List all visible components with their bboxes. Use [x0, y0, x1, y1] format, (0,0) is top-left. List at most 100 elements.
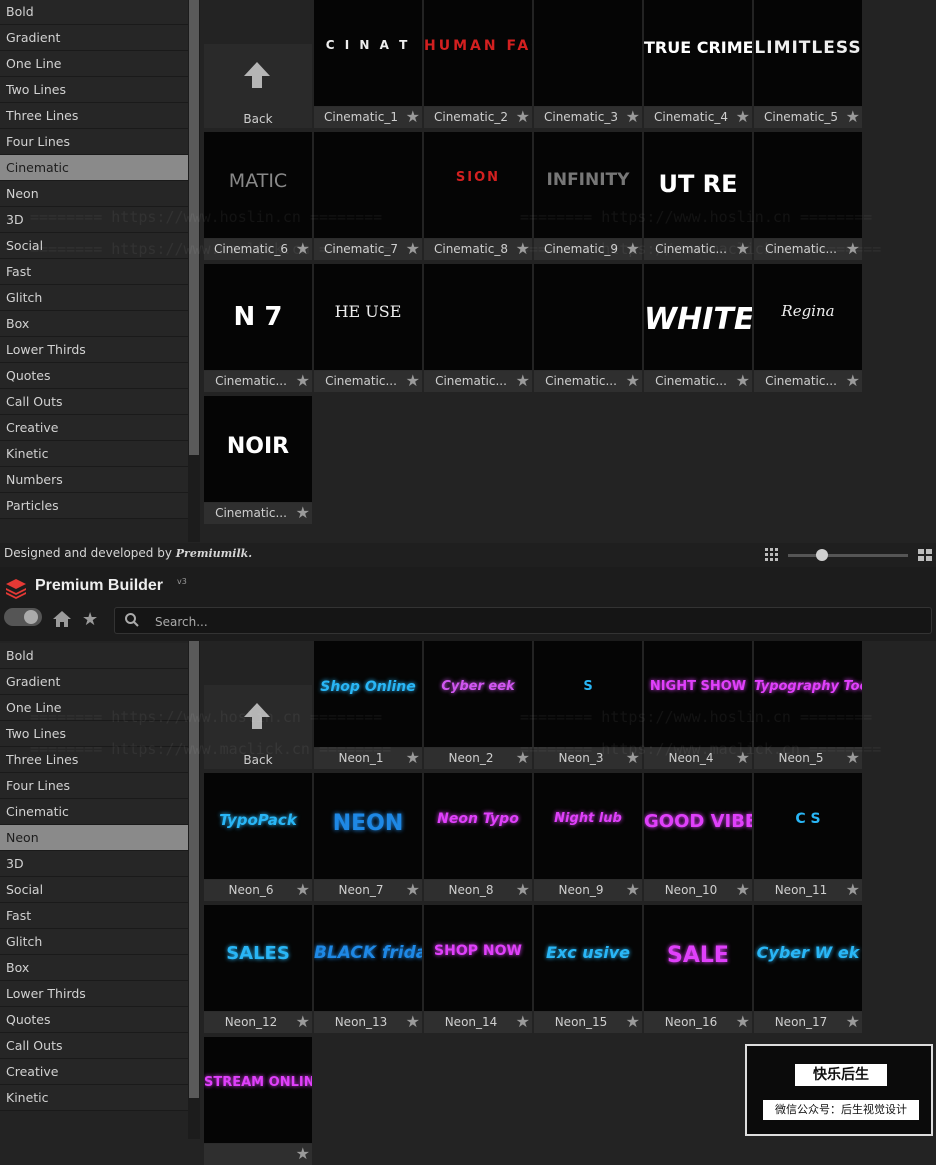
template-tile[interactable]: STREAM ONLINE ★ [204, 1037, 312, 1165]
template-thumbnail[interactable] [534, 0, 642, 106]
template-tile[interactable]: Exc usive Neon_15 ★ [534, 905, 642, 1033]
template-thumbnail[interactable]: NIGHT SHOW [644, 641, 752, 747]
favorite-star-icon[interactable]: ★ [626, 372, 640, 390]
sidebar-item-gradient[interactable]: Gradient [0, 669, 188, 695]
template-tile[interactable]: NOIR Cinematic... ★ [204, 396, 312, 524]
favorite-star-icon[interactable]: ★ [846, 881, 860, 899]
sidebar-item-four-lines[interactable]: Four Lines [0, 129, 188, 155]
template-thumbnail[interactable]: S [534, 641, 642, 747]
template-tile[interactable]: SALES Neon_12 ★ [204, 905, 312, 1033]
favorite-star-icon[interactable]: ★ [406, 1013, 420, 1031]
favorite-star-icon[interactable]: ★ [516, 1013, 530, 1031]
template-thumbnail[interactable]: WHITE [644, 264, 752, 370]
template-thumbnail[interactable]: NOIR [204, 396, 312, 502]
favorite-star-icon[interactable]: ★ [406, 881, 420, 899]
sidebar-item-kinetic[interactable]: Kinetic [0, 441, 188, 467]
favorite-star-icon[interactable]: ★ [296, 1145, 310, 1163]
sidebar-item-bold[interactable]: Bold [0, 0, 188, 25]
sidebar-item-particles[interactable]: Particles [0, 493, 188, 519]
template-thumbnail[interactable]: BLACK friday [314, 905, 422, 1011]
sidebar-item-four-lines[interactable]: Four Lines [0, 773, 188, 799]
sidebar-item-glitch[interactable]: Glitch [0, 285, 188, 311]
template-thumbnail[interactable]: C I N A T [314, 0, 422, 106]
sidebar-item-cinematic[interactable]: Cinematic [0, 155, 188, 181]
sidebar-item-call-outs[interactable]: Call Outs [0, 389, 188, 415]
sidebar-item-gradient[interactable]: Gradient [0, 25, 188, 51]
favorite-star-icon[interactable]: ★ [296, 1013, 310, 1031]
favorite-star-icon[interactable]: ★ [626, 1013, 640, 1031]
sidebar-item-two-lines[interactable]: Two Lines [0, 77, 188, 103]
template-thumbnail[interactable]: Cyber eek [424, 641, 532, 747]
favorite-star-icon[interactable]: ★ [406, 749, 420, 767]
template-thumbnail[interactable]: STREAM ONLINE [204, 1037, 312, 1143]
favorite-star-icon[interactable]: ★ [406, 372, 420, 390]
template-thumbnail[interactable]: SALES [204, 905, 312, 1011]
template-thumbnail[interactable] [534, 264, 642, 370]
template-tile[interactable]: TypoPack Neon_6 ★ [204, 773, 312, 901]
template-thumbnail[interactable]: Neon Typo [424, 773, 532, 879]
large-grid-icon[interactable] [918, 549, 932, 562]
template-thumbnail[interactable]: Exc usive [534, 905, 642, 1011]
template-tile[interactable]: HE USE Cinematic... ★ [314, 264, 422, 392]
template-thumbnail[interactable] [424, 264, 532, 370]
template-tile[interactable]: Night lub Neon_9 ★ [534, 773, 642, 901]
template-thumbnail[interactable]: Cyber W ek [754, 905, 862, 1011]
template-tile[interactable]: BLACK fridayNeon_13★ [314, 905, 422, 1033]
favorite-star-icon[interactable]: ★ [516, 108, 530, 126]
sidebar-item-quotes[interactable]: Quotes [0, 363, 188, 389]
sidebar-item-lower-thirds[interactable]: Lower Thirds [0, 337, 188, 363]
template-thumbnail[interactable]: Typography Toolkit [754, 641, 862, 747]
template-tile[interactable]: HUMAN FACECinematic_2★ [424, 0, 532, 128]
thumbnail-size-slider[interactable] [788, 549, 908, 561]
favorite-star-icon[interactable]: ★ [736, 108, 750, 126]
template-tile[interactable]: WHITE Cinematic... ★ [644, 264, 752, 392]
sidebar-item-creative[interactable]: Creative [0, 415, 188, 441]
template-thumbnail[interactable]: Regina [754, 264, 862, 370]
small-grid-icon[interactable] [765, 548, 778, 561]
home-icon[interactable] [52, 610, 72, 628]
favorite-star-icon[interactable]: ★ [296, 881, 310, 899]
sidebar-item-numbers[interactable]: Numbers [0, 467, 188, 493]
view-toggle[interactable] [4, 608, 42, 626]
favorite-star-icon[interactable]: ★ [406, 108, 420, 126]
template-thumbnail[interactable]: N 7 [204, 264, 312, 370]
favorite-star-icon[interactable]: ★ [736, 881, 750, 899]
favorite-star-icon[interactable]: ★ [846, 1013, 860, 1031]
sidebar-item-lower-thirds[interactable]: Lower Thirds [0, 981, 188, 1007]
search-input[interactable] [153, 610, 857, 634]
sidebar-item-social[interactable]: Social [0, 877, 188, 903]
template-tile[interactable]: Cinematic... ★ [424, 264, 532, 392]
sidebar-item-fast[interactable]: Fast [0, 903, 188, 929]
sidebar-item-box[interactable]: Box [0, 311, 188, 337]
sidebar-item-three-lines[interactable]: Three Lines [0, 103, 188, 129]
template-tile[interactable]: GOOD VIBESNeon_10★ [644, 773, 752, 901]
template-tile[interactable]: Regina Cinematic... ★ [754, 264, 862, 392]
template-tile[interactable]: C S Neon_11 ★ [754, 773, 862, 901]
sidebar-item-call-outs[interactable]: Call Outs [0, 1033, 188, 1059]
template-thumbnail[interactable]: NEON [314, 773, 422, 879]
template-thumbnail[interactable]: SION [424, 132, 532, 238]
template-tile[interactable]: Cinematic_3 ★ [534, 0, 642, 128]
slider-knob[interactable] [816, 549, 828, 561]
back-button[interactable]: Back [204, 44, 312, 128]
favorite-star-icon[interactable]: ★ [736, 372, 750, 390]
favorite-star-icon[interactable]: ★ [846, 108, 860, 126]
template-tile[interactable]: N 7 Cinematic... ★ [204, 264, 312, 392]
template-tile[interactable]: Cyber eek Neon_2 ★ [424, 641, 532, 769]
sidebar-item-creative[interactable]: Creative [0, 1059, 188, 1085]
sidebar-item-one-line[interactable]: One Line [0, 51, 188, 77]
favorite-star-icon[interactable]: ★ [516, 372, 530, 390]
favorite-star-icon[interactable]: ★ [626, 108, 640, 126]
favorite-star-icon[interactable]: ★ [516, 881, 530, 899]
template-thumbnail[interactable]: Night lub [534, 773, 642, 879]
sidebar-item-neon[interactable]: Neon [0, 825, 188, 851]
template-thumbnail[interactable]: SHOP NOW [424, 905, 532, 1011]
sidebar-item-neon[interactable]: Neon [0, 181, 188, 207]
template-tile[interactable]: TRUE CRIME Cinematic_4 ★ [644, 0, 752, 128]
template-thumbnail[interactable]: SALE [644, 905, 752, 1011]
sidebar-item-glitch[interactable]: Glitch [0, 929, 188, 955]
sidebar-item-quotes[interactable]: Quotes [0, 1007, 188, 1033]
sidebar-item-box[interactable]: Box [0, 955, 188, 981]
template-thumbnail[interactable]: TypoPack [204, 773, 312, 879]
sidebar-scrollbar-top[interactable] [188, 0, 200, 542]
